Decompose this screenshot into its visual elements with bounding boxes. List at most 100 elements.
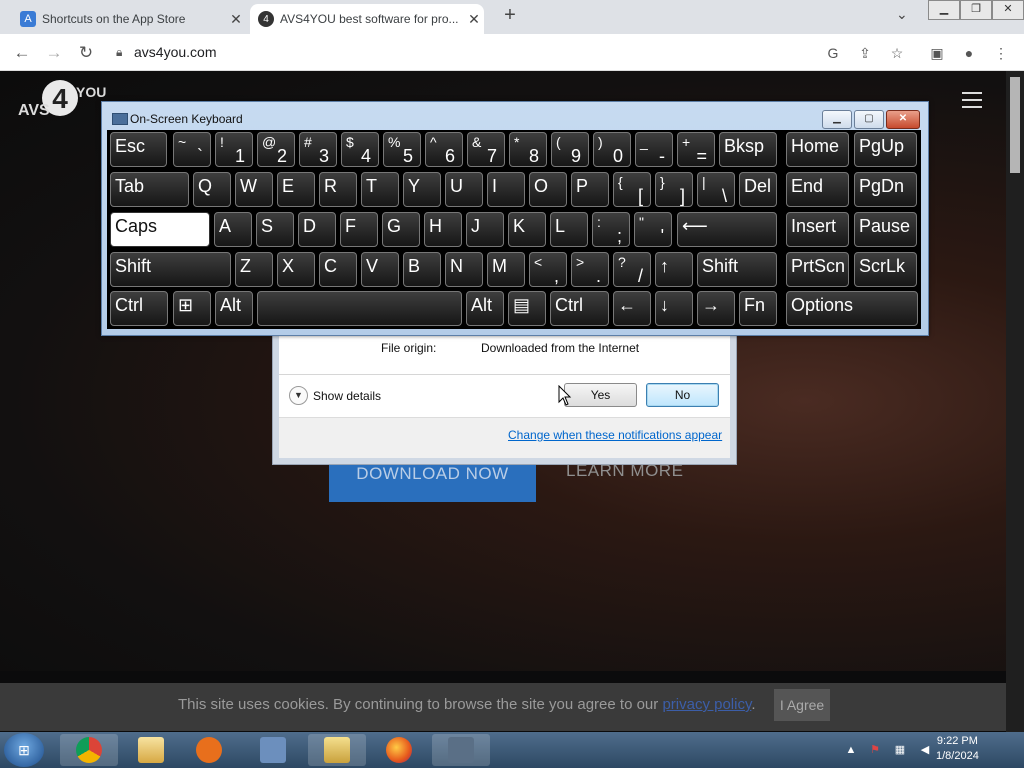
key-0[interactable]: ) 0 <box>593 132 631 167</box>
key-e[interactable]: E <box>277 172 315 207</box>
key-f[interactable]: F <box>340 212 378 247</box>
taskbar-clock[interactable]: 9:22 PM 1/8/2024 <box>936 734 979 764</box>
hamburger-menu-icon[interactable] <box>962 92 982 108</box>
key-bksp[interactable]: Bksp <box>719 132 777 167</box>
scrollbar-thumb[interactable] <box>1010 77 1020 173</box>
no-button[interactable]: No <box>646 383 719 407</box>
chrome-icon[interactable] <box>60 734 118 766</box>
key-y[interactable]: Y <box>403 172 441 207</box>
key-a[interactable]: A <box>214 212 252 247</box>
key-symbol[interactable]: | \ <box>697 172 735 207</box>
profile-icon[interactable]: ● <box>960 44 978 62</box>
action-center-icon[interactable]: ⚑ <box>868 743 882 757</box>
restore-button[interactable]: ❐ <box>960 0 992 20</box>
address-bar[interactable]: 🔒︎ avs4you.com <box>106 38 806 66</box>
key-7[interactable]: & 7 <box>467 132 505 167</box>
key-home[interactable]: Home <box>786 132 849 167</box>
show-details-label[interactable]: Show details <box>313 389 381 403</box>
chevron-down-icon[interactable]: ▼ <box>289 386 308 405</box>
key-symbol[interactable]: {[ <box>613 172 651 207</box>
key-1[interactable]: ! 1 <box>215 132 253 167</box>
key-ctrl[interactable]: Ctrl <box>550 291 609 326</box>
tab-avs4you[interactable]: 4 AVS4YOU best software for pro... ✕ <box>250 4 484 34</box>
back-icon[interactable]: ← <box>12 43 32 63</box>
key-u[interactable]: U <box>445 172 483 207</box>
key-k[interactable]: K <box>508 212 546 247</box>
key-p[interactable]: P <box>571 172 609 207</box>
key-j[interactable]: J <box>466 212 504 247</box>
key-symbol[interactable]: + = <box>677 132 715 167</box>
key-symbol[interactable]: ⟵ <box>677 212 777 247</box>
key-symbol[interactable]: ▤ <box>508 291 546 326</box>
close-icon[interactable]: ✕ <box>226 11 246 28</box>
yes-button[interactable]: Yes <box>564 383 637 407</box>
key-b[interactable]: B <box>403 252 441 287</box>
key-options[interactable]: Options <box>786 291 918 326</box>
key-symbol[interactable]: <, <box>529 252 567 287</box>
start-button[interactable]: ⊞ <box>4 733 44 767</box>
close-window-button[interactable]: ✕ <box>992 0 1024 20</box>
osk-maximize-button[interactable]: ▢ <box>854 110 884 129</box>
key-2[interactable]: @2 <box>257 132 295 167</box>
key-o[interactable]: O <box>529 172 567 207</box>
side-panel-icon[interactable]: ▣ <box>928 44 946 62</box>
key-symbol[interactable]: ? / <box>613 252 651 287</box>
key-tab[interactable]: Tab <box>110 172 189 207</box>
key-pause[interactable]: Pause <box>854 212 917 247</box>
key-symbol[interactable]: _ - <box>635 132 673 167</box>
key-symbol[interactable]: " ' <box>634 212 672 247</box>
osk-minimize-button[interactable]: ▁ <box>822 110 852 129</box>
keyboard-icon[interactable] <box>432 734 490 766</box>
key-i[interactable]: I <box>487 172 525 207</box>
key-alt[interactable]: Alt <box>215 291 253 326</box>
google-icon[interactable]: G <box>824 44 842 62</box>
file-explorer-icon[interactable] <box>122 734 180 766</box>
key-9[interactable]: (9 <box>551 132 589 167</box>
tab-search-icon[interactable]: ⌄ <box>896 6 908 23</box>
key-n[interactable]: N <box>445 252 483 287</box>
key-caps[interactable]: Caps <box>110 212 210 247</box>
key-symbol[interactable]: → <box>697 291 735 326</box>
reload-icon[interactable]: ↻ <box>76 43 96 63</box>
key-symbol[interactable]: :; <box>592 212 630 247</box>
tab-app-store[interactable]: A Shortcuts on the App Store ✕ <box>12 4 246 34</box>
key-prtscn[interactable]: PrtScn <box>786 252 849 287</box>
key-s[interactable]: S <box>256 212 294 247</box>
key-r[interactable]: R <box>319 172 357 207</box>
key-c[interactable]: C <box>319 252 357 287</box>
media-player-icon[interactable] <box>180 734 238 766</box>
bookmark-star-icon[interactable]: ☆ <box>888 44 906 62</box>
change-notifications-link[interactable]: Change when these notifications appear <box>508 428 722 442</box>
minimize-button[interactable]: ▁ <box>928 0 960 20</box>
key-q[interactable]: Q <box>193 172 231 207</box>
show-hidden-icons-icon[interactable]: ▲ <box>844 743 858 757</box>
key-6[interactable]: ^ 6 <box>425 132 463 167</box>
key-pgdn[interactable]: PgDn <box>854 172 917 207</box>
firefox-icon[interactable] <box>370 734 428 766</box>
key-v[interactable]: V <box>361 252 399 287</box>
search-tool-icon[interactable] <box>244 734 302 766</box>
key-space[interactable] <box>257 291 462 326</box>
key-symbol[interactable]: }] <box>655 172 693 207</box>
menu-icon[interactable]: ⋮ <box>992 44 1010 62</box>
key-symbol[interactable]: ← <box>613 291 651 326</box>
key-shift[interactable]: Shift <box>697 252 777 287</box>
key-h[interactable]: H <box>424 212 462 247</box>
privacy-policy-link[interactable]: privacy policy <box>662 696 751 713</box>
key-symbol[interactable]: >. <box>571 252 609 287</box>
volume-icon[interactable]: ◀ <box>918 743 932 757</box>
agree-button[interactable]: I Agree <box>774 689 830 721</box>
key-8[interactable]: * 8 <box>509 132 547 167</box>
osk-close-button[interactable]: ✕ <box>886 110 920 129</box>
key-z[interactable]: Z <box>235 252 273 287</box>
key-4[interactable]: $4 <box>341 132 379 167</box>
key-esc[interactable]: Esc <box>110 132 167 167</box>
key-ctrl[interactable]: Ctrl <box>110 291 168 326</box>
key-3[interactable]: #3 <box>299 132 337 167</box>
key-insert[interactable]: Insert <box>786 212 849 247</box>
close-icon[interactable]: ✕ <box>464 11 484 28</box>
key-alt[interactable]: Alt <box>466 291 504 326</box>
key-scrlk[interactable]: ScrLk <box>854 252 917 287</box>
key-symbol[interactable]: ~ ` <box>173 132 211 167</box>
key-pgup[interactable]: PgUp <box>854 132 917 167</box>
